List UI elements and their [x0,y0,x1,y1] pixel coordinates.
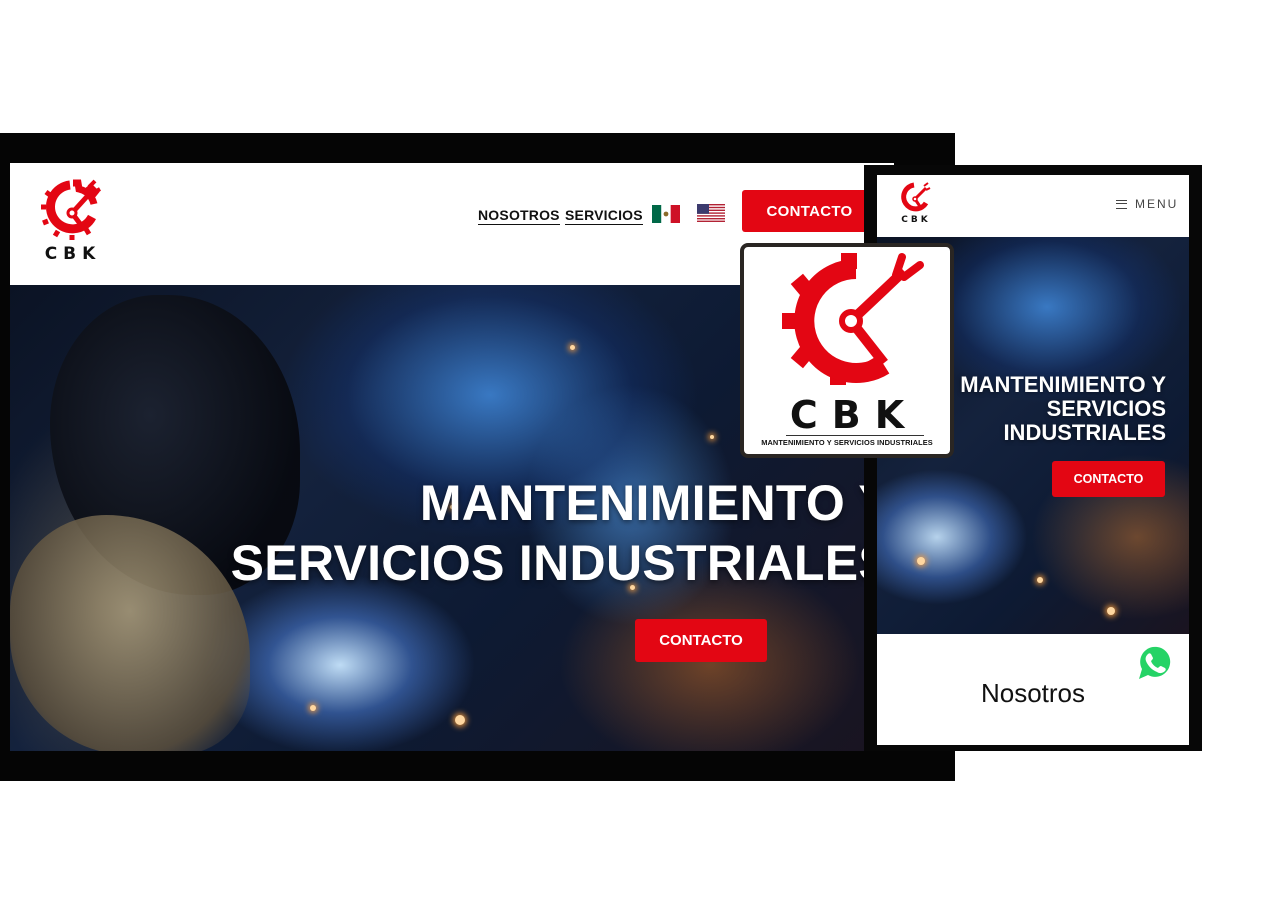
spark [917,557,925,565]
brand-logo-card: CBK MANTENIMIENTO Y SERVICIOS INDUSTRIAL… [740,243,954,458]
showcase-stage: CBK NOSOTROS SERVICIOS CONTACTO MANTENIM… [0,0,1280,914]
spark [455,715,465,725]
hero-contacto-button[interactable]: CONTACTO [635,619,767,662]
desktop-logo-text: CBK [45,244,102,261]
hamburger-menu-icon [1116,199,1127,209]
gear-wrench-logo-icon [782,253,924,385]
spark [1037,577,1043,583]
header-contacto-button[interactable]: CONTACTO [742,190,877,232]
gear-wrench-logo-icon: CBK [901,182,931,225]
mobile-contacto-button[interactable]: CONTACTO [1052,461,1165,497]
spark [570,345,575,350]
nav-servicios-link[interactable]: SERVICIOS [565,207,643,225]
mobile-title-line-2: SERVICIOS [1046,396,1166,421]
mobile-hero-title: MANTENIMIENTO Y SERVICIOS INDUSTRIALES [947,373,1166,445]
spark [710,435,714,439]
desktop-hero-title: MANTENIMIENTO Y SERVICIOS INDUSTRIALES [192,473,892,593]
mobile-title-line-3: INDUSTRIALES [1003,420,1166,445]
gear-wrench-logo-icon: CBK [41,179,102,264]
hero-title-line-2: SERVICIOS INDUSTRIALES [230,535,892,591]
desktop-logo[interactable]: CBK [40,177,106,264]
mobile-logo-text: CBK [901,215,930,225]
hero-title-line-1: MANTENIMIENTO Y [419,475,892,531]
spark [310,705,316,711]
usa-flag-icon[interactable] [697,204,725,222]
mobile-menu-label: MENU [1135,197,1179,211]
nav-nosotros-link[interactable]: NOSOTROS [478,207,560,225]
mobile-menu-toggle[interactable]: MENU [1116,197,1178,211]
mexico-flag-icon[interactable] [652,205,680,223]
spark [1107,607,1115,615]
mobile-title-line-1: MANTENIMIENTO Y [960,372,1166,397]
logo-card-divider [786,435,924,436]
logo-card-tagline: MANTENIMIENTO Y SERVICIOS INDUSTRIALES [761,438,933,447]
mobile-logo[interactable]: CBK [899,181,933,229]
mobile-header: CBK MENU [877,175,1189,237]
whatsapp-icon[interactable] [1129,637,1179,687]
logo-card-brand: CBK [789,393,919,437]
